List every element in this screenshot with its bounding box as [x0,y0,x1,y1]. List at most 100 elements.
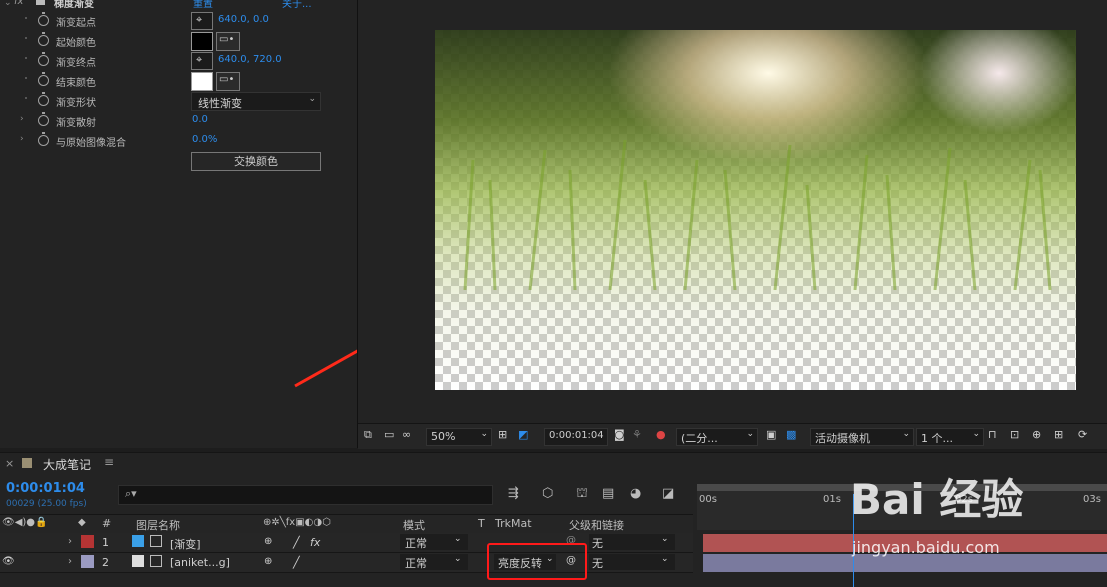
fast-preview-icon[interactable]: ▣ [766,428,776,444]
camera-value: 活动摄像机 [815,432,870,445]
prop-value[interactable]: 640.0, 0.0 [218,14,269,25]
grass-blades-image [463,140,1052,290]
layer-switches-icons[interactable]: ⊕✲╲fx▣◐◑⬡ [263,517,331,528]
close-tab-icon[interactable]: × [5,457,14,470]
monitor-icon[interactable]: ▭ [384,428,394,444]
views-dropdown[interactable]: 1 个... ⌄ [916,428,984,446]
stopwatch-icon[interactable] [38,12,49,26]
prop-label: 结束颜色 [56,78,96,89]
frame-blending-icon[interactable]: ▤ [602,486,614,501]
reset-link[interactable]: 重置 [193,0,213,10]
label-tag-icon[interactable]: ◆ [78,517,86,528]
dropdown-value: 线性渐变 [198,97,242,110]
twirl-closed-icon[interactable]: › [20,134,24,144]
col-mode[interactable]: 模式 [403,517,425,533]
stopwatch-icon[interactable] [38,72,49,86]
hamburger-menu-icon[interactable]: ≡ [104,455,114,469]
solid-layer-icon [132,535,144,547]
reset-exposure-icon[interactable]: ⊡ [1010,428,1019,444]
prop-value[interactable]: 0.0 [192,114,208,125]
stopwatch-icon[interactable] [38,92,49,106]
fx-switch-icon[interactable]: fx [310,536,320,549]
twirl-closed-icon[interactable]: › [68,536,72,547]
flowchart-icon[interactable]: ⊕ [1032,428,1041,444]
parent-dropdown[interactable]: 无 ⌄ [589,534,675,550]
point-picker-button[interactable] [191,12,213,30]
layer-row-2[interactable]: 👁 › 2 [aniket...g] ⊕ ╱ 正常 ⌄ 亮度反转 ⌄ @ 无 ⌄ [0,553,693,573]
transparency-toggle-icon[interactable]: ▩ [786,428,796,444]
current-time-field[interactable]: 0:00:01:04 [544,428,608,446]
ramp-shape-dropdown[interactable]: 线性渐变 ⌄ [191,92,321,111]
composition-icon [22,458,32,468]
region-of-interest-icon[interactable]: ⊞ [498,428,507,444]
channel-icon[interactable]: ● [656,428,666,444]
shy-switch-icon[interactable]: ⊕ [264,556,272,567]
layer-name[interactable]: [aniket...g] [170,556,230,569]
chevron-down-icon: ⌄ [480,429,488,439]
draft-3d-icon[interactable]: ⬡ [542,486,553,501]
graph-editor-icon[interactable]: ◪ [662,486,674,501]
layer-row-1[interactable]: › 1 [渐变] ⊕ ╱ fx 正常 ⌄ @ 无 ⌄ [0,533,693,553]
show-snapshot-icon[interactable]: ⚘ [632,428,642,444]
about-link[interactable]: 关于... [282,0,312,10]
av-switches-icons[interactable]: 👁◀)●🔒 [2,517,47,528]
col-parent[interactable]: 父级和链接 [569,517,624,533]
resolution-dropdown[interactable]: (二分... ⌄ [676,428,758,446]
ruler-label: 03s [1083,494,1101,505]
eyedropper-icon[interactable] [216,32,240,51]
comp-tab-name[interactable]: 大成笔记 [43,456,91,473]
twirl-open-icon[interactable]: ⌄ [4,0,12,8]
prop-ramp-start: 渐变起点 640.0, 0.0 [0,11,340,31]
label-color-swatch[interactable] [81,535,94,548]
prop-value[interactable]: 0.0% [192,134,217,145]
shy-switch-icon[interactable]: ⊕ [264,536,272,547]
label-color-swatch[interactable] [81,555,94,568]
layer-name[interactable]: [渐变] [170,536,201,552]
eye-visibility-icon[interactable]: 👁 [2,556,15,567]
stopwatch-icon[interactable] [38,112,49,126]
composition-canvas[interactable] [435,30,1076,390]
dot-marker [25,77,27,79]
twirl-closed-icon[interactable]: › [68,556,72,567]
timeline-current-time[interactable]: 0:00:01:04 [6,481,85,496]
transparency-grid-icon[interactable]: ◩ [518,428,528,444]
quality-switch-icon[interactable]: ╱ [293,536,300,549]
zoom-dropdown[interactable]: 50% ⌄ [426,428,492,446]
mode-dropdown[interactable]: 正常 ⌄ [400,554,468,570]
comp-mini-flowchart-icon[interactable]: ⇶ [508,486,519,501]
3d-view-icon[interactable]: ⊞ [1054,428,1063,444]
point-picker-button[interactable] [191,52,213,70]
layer-search-input[interactable]: ⌕▾ [118,485,493,505]
parent-dropdown[interactable]: 无 ⌄ [589,554,675,570]
color-swatch-white[interactable] [191,72,213,91]
chevron-down-icon: ⌄ [972,429,980,439]
shy-layers-icon[interactable]: ⛫ [576,486,588,503]
camera-dropdown[interactable]: 活动摄像机 ⌄ [810,428,914,446]
mode-dropdown[interactable]: 正常 ⌄ [400,534,468,550]
eyedropper-icon[interactable] [216,72,240,91]
stopwatch-icon[interactable] [38,52,49,66]
prop-label: 渐变终点 [56,58,96,69]
mask-icon[interactable]: ∞ [402,428,411,444]
stopwatch-icon[interactable] [38,132,49,146]
toggle-pixel-icon[interactable]: ⊓ [988,428,997,444]
motion-blur-icon[interactable]: ◕ [630,486,641,501]
color-swatch-black[interactable] [191,32,213,51]
quality-switch-icon[interactable]: ╱ [293,556,300,569]
red-highlight-box [487,543,587,580]
stopwatch-icon[interactable] [38,32,49,46]
mode-value: 正常 [405,537,427,550]
col-layer-name[interactable]: 图层名称 [136,517,180,533]
fx-icon[interactable]: fx [14,0,23,7]
prop-value[interactable]: 640.0, 720.0 [218,54,282,65]
prop-ramp-scatter: › 渐变散射 0.0 [0,111,340,131]
col-trkmat[interactable]: TrkMat [495,517,532,530]
prop-label: 渐变形状 [56,98,96,109]
twirl-closed-icon[interactable]: › [20,114,24,124]
camera-snapshot-icon[interactable]: ◙ [614,428,625,444]
swap-colors-button[interactable]: 交换颜色 [191,152,321,171]
chevron-down-icon: ⌄ [454,534,462,544]
prop-label: 起始颜色 [56,38,96,49]
snapshot-icon[interactable]: ⧉ [364,428,372,444]
exposure-icon[interactable]: ⟳ [1078,428,1087,444]
